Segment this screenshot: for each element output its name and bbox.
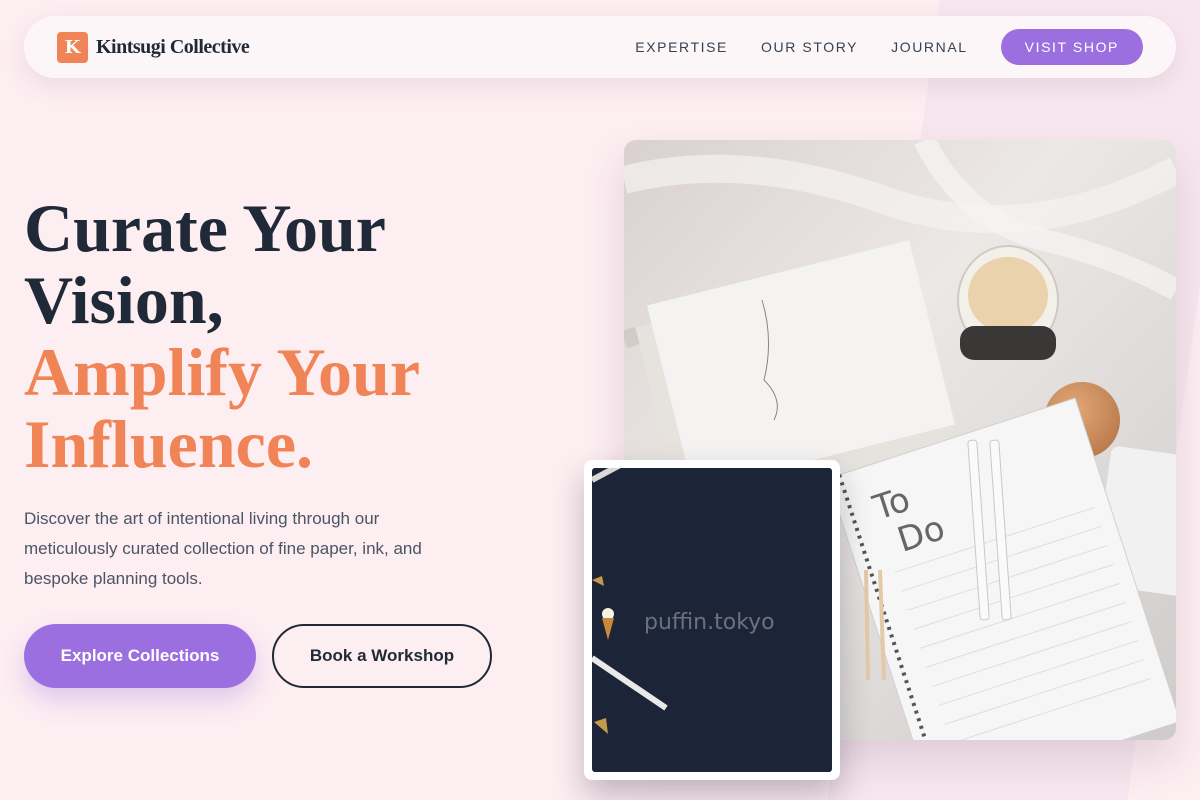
secondary-image: puffin.tokyo [592, 468, 832, 772]
nav-link-journal[interactable]: JOURNAL [891, 39, 968, 55]
binder-clip-1 [592, 576, 604, 586]
pencil-bottom [592, 655, 668, 711]
ice-cream-cone [602, 618, 614, 640]
pencil-stick-1 [864, 569, 870, 681]
nav-links: EXPERTISE OUR STORY JOURNAL VISIT SHOP [635, 29, 1143, 65]
hero-description: Discover the art of intentional living t… [24, 509, 422, 588]
headline-line-1: Curate Your [24, 190, 386, 266]
headline-accent-line-2: Influence. [24, 406, 313, 482]
logo[interactable]: K Kintsugi Collective [57, 31, 250, 63]
secondary-image-card: puffin.tokyo [584, 460, 840, 780]
glass-jar [957, 245, 1059, 360]
brand-name: Kintsugi Collective [96, 35, 250, 58]
logo-mark: K [57, 31, 88, 63]
hero-headline: Curate Your Vision, Amplify Your Influen… [24, 192, 420, 480]
navbar: K Kintsugi Collective EXPERTISE OUR STOR… [24, 16, 1176, 78]
explore-collections-button[interactable]: Explore Collections [24, 624, 256, 688]
visit-shop-button[interactable]: VISIT SHOP [1000, 29, 1143, 65]
pencil-top [592, 468, 621, 483]
headline-accent-line-1: Amplify Your [24, 334, 421, 410]
binder-clip-2 [594, 718, 608, 734]
nav-link-expertise[interactable]: EXPERTISE [635, 39, 728, 55]
headline-line-2: Vision, [24, 262, 224, 338]
page: K Kintsugi Collective EXPERTISE OUR STOR… [0, 0, 1200, 800]
nav-link-our-story[interactable]: OUR STORY [761, 39, 858, 55]
image-watermark: puffin.tokyo [644, 610, 775, 635]
book-workshop-button[interactable]: Book a Workshop [272, 624, 492, 688]
